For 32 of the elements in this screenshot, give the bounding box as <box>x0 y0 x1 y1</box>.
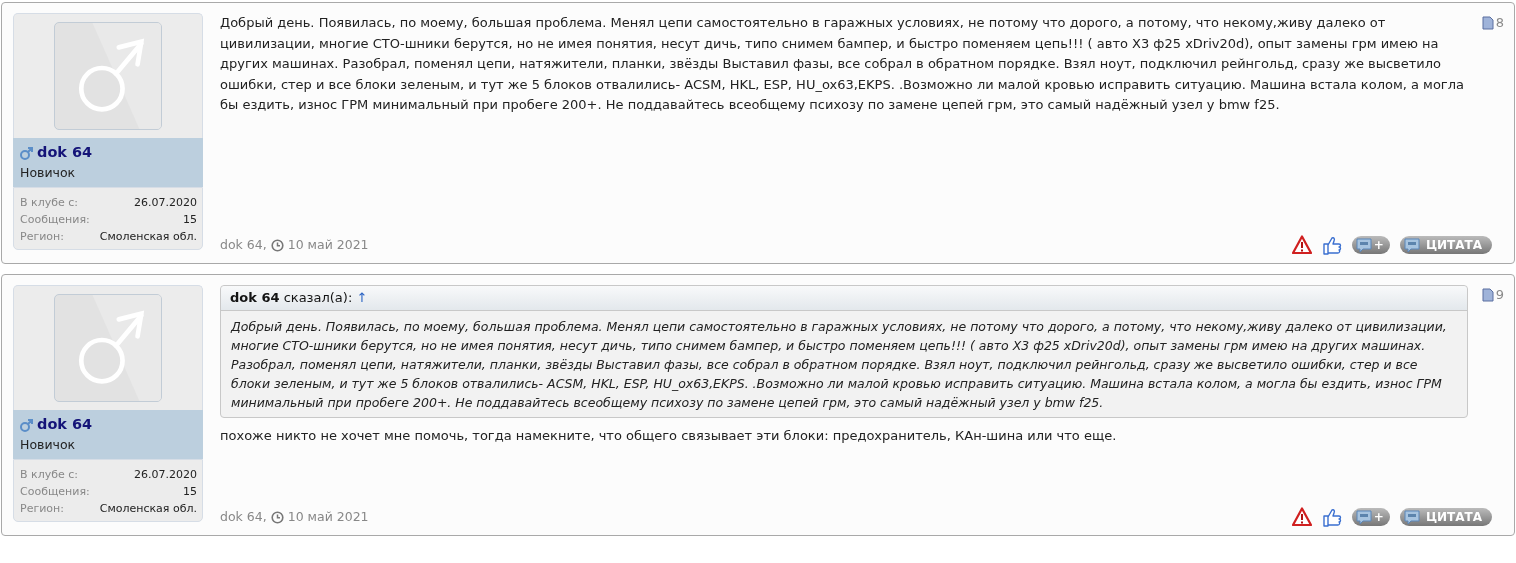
post-author: dok 64, <box>220 507 267 526</box>
quote-button[interactable]: ЦИТАТА <box>1399 508 1492 526</box>
quote-said: сказал(а): <box>283 290 353 305</box>
quote-source-link[interactable]: ↑ <box>356 290 368 305</box>
quote-button[interactable]: ЦИТАТА <box>1399 236 1492 254</box>
post-author: dok 64, <box>220 235 267 254</box>
stat-value: 26.07.2020 <box>134 194 197 211</box>
stat-label: Регион: <box>20 500 64 517</box>
stat-value: Смоленская обл. <box>99 228 197 245</box>
stat-label: Сообщения: <box>20 211 90 228</box>
quote-author: dok 64 <box>230 290 280 305</box>
multiquote-button[interactable]: + <box>1351 508 1390 526</box>
stat-label: Сообщения: <box>20 483 90 500</box>
multiquote-button[interactable]: + <box>1351 236 1390 254</box>
stat-value: 15 <box>183 483 197 500</box>
user-rank: Новичок <box>20 163 77 182</box>
post-text: похоже никто не хочет мне помочь, тогда намекните, что общего связывает эти блоки: предохранитель, КАн-шина или что еще. <box>220 426 1118 445</box>
stat-value: 26.07.2020 <box>134 466 197 483</box>
post-date: 10 май 2021 <box>287 507 369 526</box>
post-number-link[interactable]: 8 <box>1495 13 1504 33</box>
user-rank: Новичок <box>20 435 77 454</box>
quote-text: Добрый день. Появилась, по моему, большая проблема. Менял цепи самостоятельно в гаражных условиях, не потому что дорого, а потому, что некому,живу далеко от цивилизации, многие СТО-шники берутся, но не имея понятия, несут дичь, типо снимем бампер, и быстро поменяем цепь!!! ( авто Х3 ф25 xDriv20d), опыт замены грм имею на других машинах. Разобрал, поменял цепи, натяжители, планки, звёзды Выставил фазы, все собрал в обратном порядке. Взял ноут, подключил рейнгольд, сразу же высветило ошибки, стер и все блоки зеленым, и тут же 5 блоков отвалились- ACSM, HKL, ESP, HU_ox63,EKPS. .Возможно ли малой кровью исправить ситуацию. Машина встала колом, а могла бы ездить, износ ГРМ минимальный при пробеге 200+. Не поддавайтесь всеобщему психозу по замене цепей грм, это самый надёжный узел у bmw f25. <box>229 317 1448 412</box>
stat-value: Смоленская обл. <box>99 500 197 517</box>
stat-label: Регион: <box>20 228 64 245</box>
stat-value: 15 <box>183 211 197 228</box>
stat-label: В клубе с: <box>20 194 79 211</box>
stat-label: В клубе с: <box>20 466 79 483</box>
post-date: 10 май 2021 <box>287 235 369 254</box>
post-text: Добрый день. Появилась, по моему, большая проблема. Менял цепи самостоятельно в гаражных условиях, не потому что дорого, а потому, что некому,живу далеко от цивилизации, многие СТО-шники берутся, но не имея понятия, несут дичь, типо снимем бампер, и быстро поменяем цепь!!! ( авто Х3 ф25 xDriv20d), опыт замены грм имею на других машинах. Разобрал, поменял цепи, натяжители, планки, звёзды Выставил фазы, все собрал в обратном порядке. Взял ноут, подключил рейнгольд, сразу же высветило ошибки, стер и все блоки зеленым, и тут же 5 блоков отвалились- ACSM, HKL, ESP, HU_ox63,EKPS. .Возможно ли малой кровью исправить ситуацию. Машина встала колом, а могла бы ездить, износ ГРМ минимальный при пробеге 200+. Не поддавайтесь всеобщему психозу по замене цепей грм, это самый надёжный узел у bmw f25. <box>220 14 1465 114</box>
username-link[interactable]: dok 64 <box>37 142 93 164</box>
post-number-link[interactable]: 9 <box>1495 285 1504 305</box>
username-link[interactable]: dok 64 <box>37 414 93 436</box>
